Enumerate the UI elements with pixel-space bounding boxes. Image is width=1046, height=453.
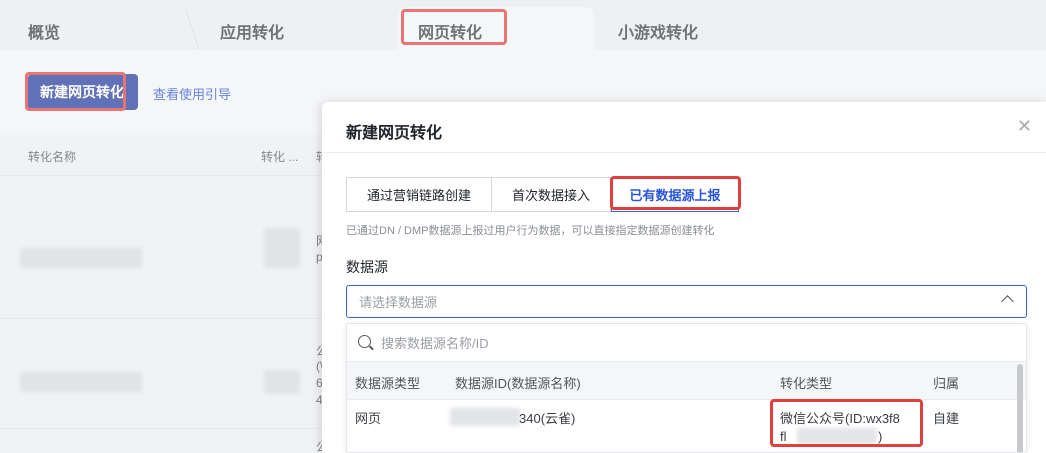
row-source-type: 网页 bbox=[355, 411, 382, 426]
dropdown-table-header: 数据源类型 数据源ID(数据源名称) 转化类型 归属 bbox=[347, 362, 1026, 400]
close-icon[interactable]: ✕ bbox=[1017, 116, 1032, 137]
hint-text: 已通过DN / DMP数据源上报过用户行为数据，可以直接指定数据源创建转化 bbox=[346, 225, 715, 237]
table-row[interactable]: 网页 340(云雀) 微信公众号(ID:wx3f8 fl ) 自建 bbox=[347, 400, 1026, 452]
data-source-dropdown: 搜索数据源名称/ID 数据源类型 数据源ID(数据源名称) 转化类型 归属 网页… bbox=[346, 323, 1027, 453]
chevron-up-icon bbox=[1001, 295, 1014, 308]
segment-existing-data-source[interactable]: 已有数据源上报 bbox=[611, 177, 739, 212]
row-owner: 自建 bbox=[933, 411, 960, 426]
segment-marketing-chain[interactable]: 通过营销链路创建 bbox=[346, 177, 492, 212]
redacted-conversion-id bbox=[797, 428, 877, 444]
data-source-select[interactable]: 请选择数据源 bbox=[346, 285, 1027, 318]
search-placeholder: 搜索数据源名称/ID bbox=[381, 336, 489, 351]
column-header-source-type: 数据源类型 bbox=[355, 376, 421, 391]
row-conversion-type-line1: 微信公众号(ID:wx3f8 bbox=[780, 411, 900, 426]
search-input[interactable]: 搜索数据源名称/ID bbox=[347, 324, 1026, 362]
row-conversion-type-line2: fl bbox=[780, 429, 787, 444]
new-web-conversion-modal: 新建网页转化 ✕ 通过营销链路创建 首次数据接入 已有数据源上报 已通过DN /… bbox=[322, 102, 1046, 453]
modal-title: 新建网页转化 bbox=[346, 125, 443, 142]
column-header-owner: 归属 bbox=[933, 376, 960, 391]
scrollbar[interactable] bbox=[1017, 364, 1023, 452]
select-placeholder: 请选择数据源 bbox=[359, 295, 438, 310]
search-icon bbox=[358, 335, 371, 348]
redacted-source-id bbox=[450, 408, 520, 426]
column-header-source-id: 数据源ID(数据源名称) bbox=[455, 376, 581, 391]
data-source-label: 数据源 bbox=[346, 259, 388, 275]
modal-divider bbox=[322, 152, 1046, 153]
column-header-conversion-type: 转化类型 bbox=[780, 376, 833, 391]
row-conversion-type-line3: ) bbox=[878, 429, 883, 444]
row-source-id: 340(云雀) bbox=[519, 411, 576, 426]
segment-first-data-access[interactable]: 首次数据接入 bbox=[491, 177, 611, 212]
